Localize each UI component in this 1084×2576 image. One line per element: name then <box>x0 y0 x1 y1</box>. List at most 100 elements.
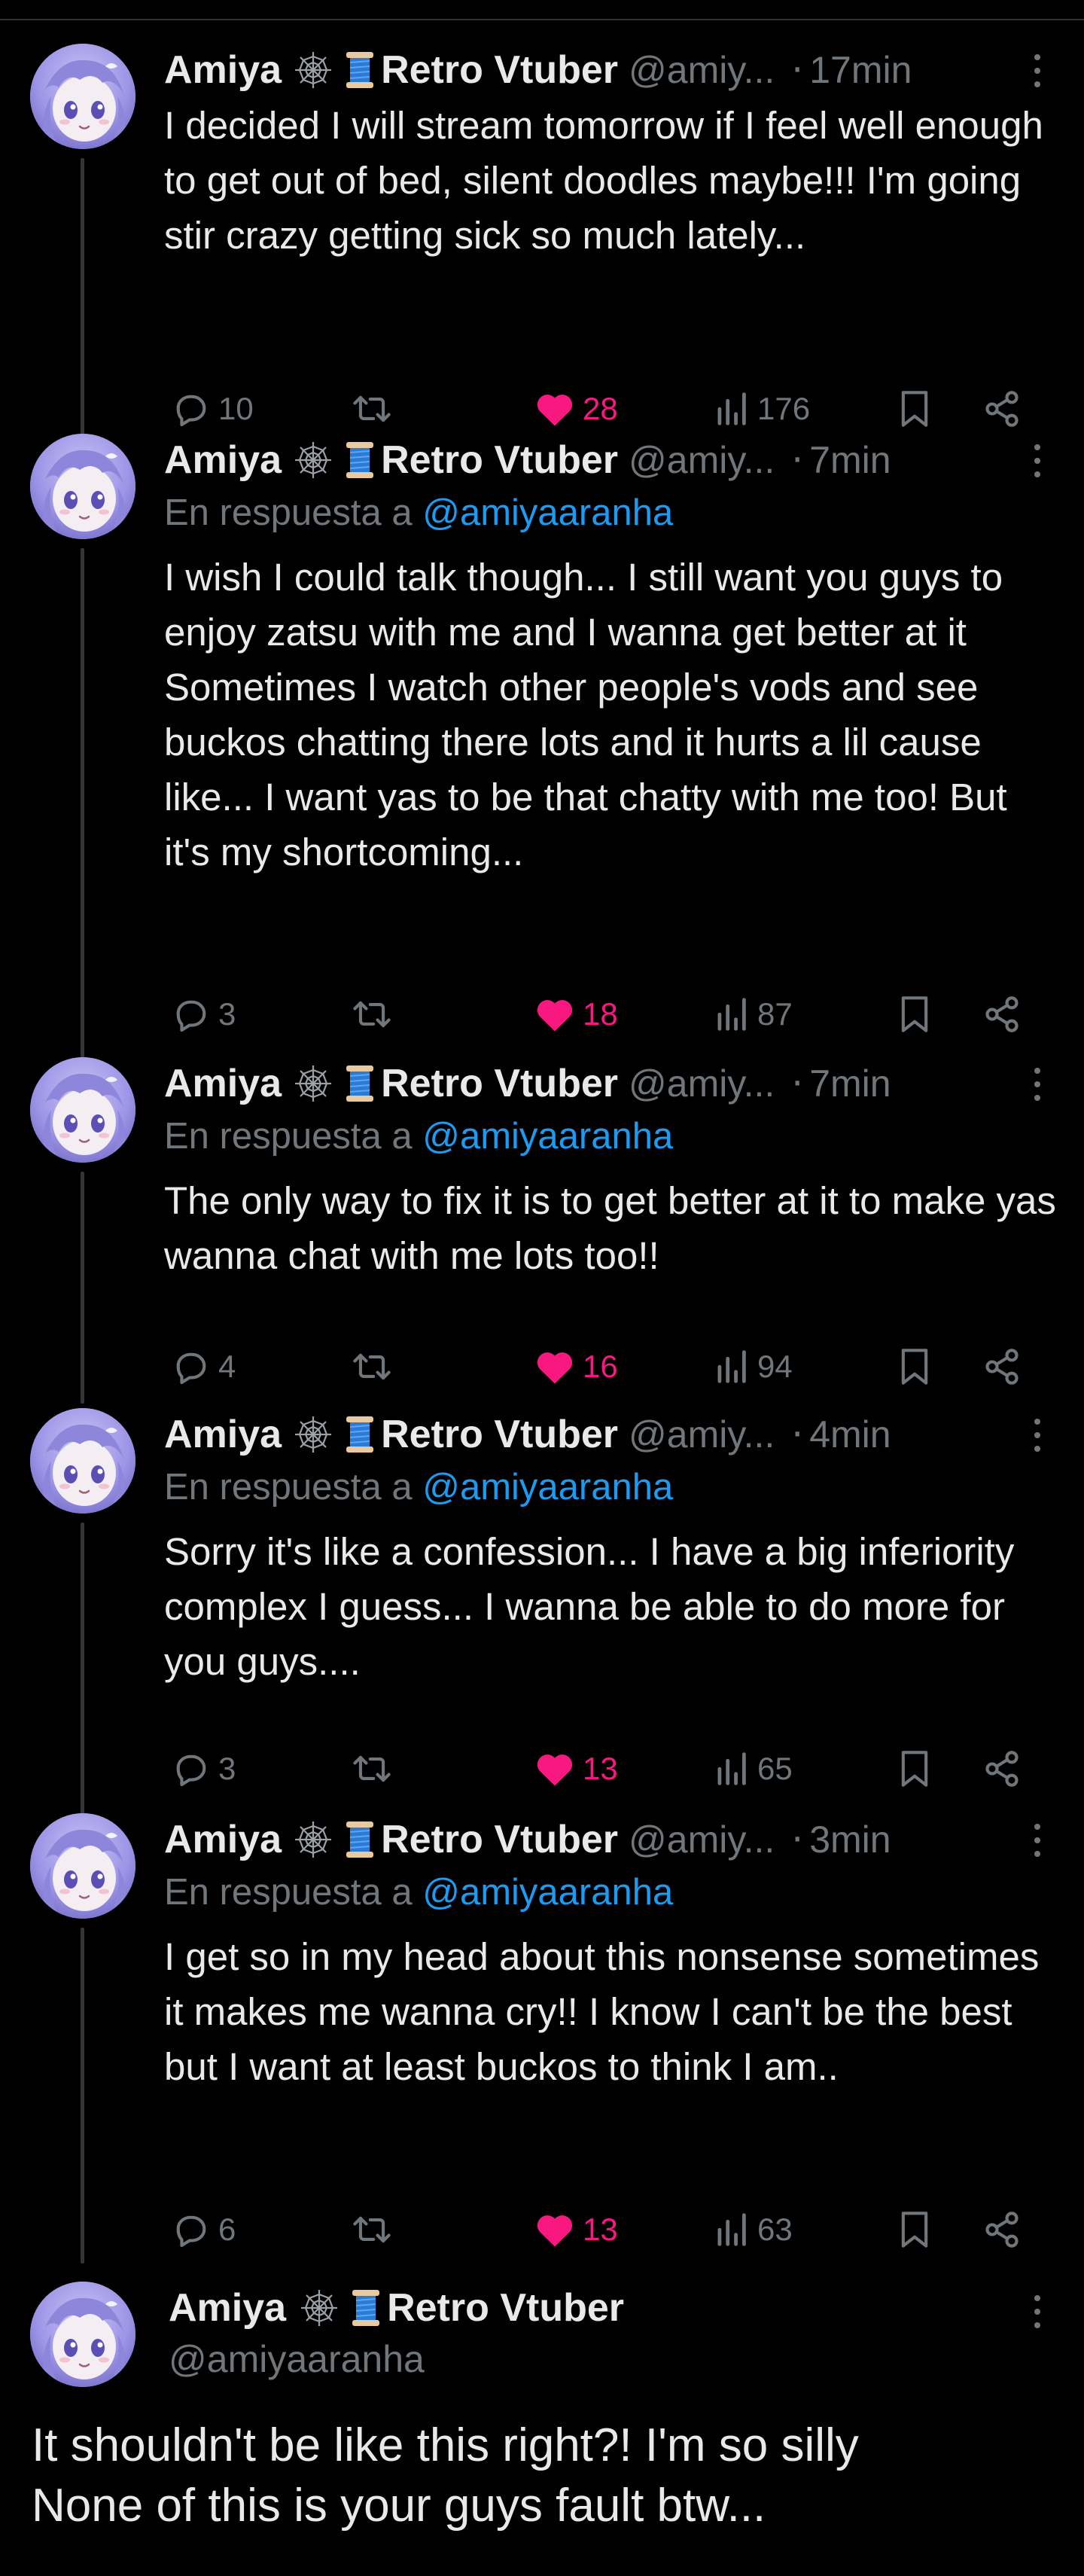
repost-icon <box>353 1755 391 1782</box>
views-button[interactable]: 87 <box>715 988 793 1041</box>
more-options-icon[interactable] <box>1030 2295 1045 2328</box>
more-options-icon[interactable] <box>1030 1824 1045 1857</box>
post-header: Amiya Retro Vtuber @amiy... · 4min <box>164 1408 1045 1461</box>
heart-icon <box>537 1352 573 1384</box>
top-divider <box>0 0 1084 20</box>
reply-mention-link[interactable]: @amiyaaranha <box>422 1467 673 1507</box>
like-button[interactable]: 13 <box>534 2203 618 2256</box>
author-handle[interactable]: @amiy... <box>629 44 775 96</box>
display-name-suffix[interactable]: Retro Vtuber <box>381 1408 618 1461</box>
spool-of-thread-icon <box>343 1413 376 1456</box>
thread-post[interactable]: Amiya Retro Vtuber @amiy... · 7min En re… <box>0 434 1084 1048</box>
post-time[interactable]: 7min <box>809 434 891 486</box>
focused-post[interactable]: Amiya Retro Vtuber @amiyaaranha It shoul… <box>0 2282 1084 2576</box>
post-header: Amiya Retro Vtuber @amiy... · 17min <box>164 44 1045 96</box>
post-text: I get so in my head about this nonsense … <box>164 1935 1050 2088</box>
avatar[interactable] <box>30 1408 136 1514</box>
reply-count: 10 <box>218 391 254 426</box>
reply-button[interactable]: 10 <box>172 383 254 435</box>
reply-count: 6 <box>218 2212 236 2247</box>
thread-post[interactable]: Amiya Retro Vtuber @amiy... · 4min En re… <box>0 1408 1084 1803</box>
display-name[interactable]: Amiya <box>164 1408 282 1461</box>
avatar[interactable] <box>30 2282 136 2387</box>
bookmark-button[interactable] <box>899 1340 930 1393</box>
spool-of-thread-icon <box>349 2287 382 2329</box>
author-handle[interactable]: @amiyaaranha <box>169 2334 425 2384</box>
post-actions: 10 28 176 <box>164 383 1045 435</box>
like-button[interactable]: 28 <box>534 383 618 435</box>
reply-mention-link[interactable]: @amiyaaranha <box>422 492 673 533</box>
more-options-icon[interactable] <box>1030 1419 1045 1452</box>
spider-web-icon <box>298 2287 340 2329</box>
display-name-suffix[interactable]: Retro Vtuber <box>381 1057 618 1110</box>
author-handle[interactable]: @amiy... <box>629 1408 775 1461</box>
thread-post[interactable]: Amiya Retro Vtuber @amiy... · 17min I de… <box>0 44 1084 443</box>
post-time[interactable]: 17min <box>809 44 912 96</box>
reply-icon <box>176 395 206 427</box>
post-time[interactable]: 4min <box>809 1408 891 1461</box>
avatar[interactable] <box>30 44 136 149</box>
bookmark-button[interactable] <box>899 988 930 1041</box>
heart-icon <box>537 395 573 426</box>
post-actions: 3 13 65 <box>164 1742 1045 1795</box>
repost-icon <box>353 2216 391 2243</box>
reply-mention-link[interactable]: @amiyaaranha <box>422 1116 673 1157</box>
reply-button[interactable]: 3 <box>172 1742 236 1795</box>
more-options-icon[interactable] <box>1030 444 1045 477</box>
like-button[interactable]: 18 <box>534 988 618 1041</box>
reply-button[interactable]: 3 <box>172 988 236 1041</box>
bookmark-button[interactable] <box>899 1742 930 1795</box>
display-name[interactable]: Amiya <box>169 2282 286 2334</box>
thread-post[interactable]: Amiya Retro Vtuber @amiy... · 7min En re… <box>0 1057 1084 1401</box>
reply-context: En respuesta a @amiyaaranha <box>164 1462 673 1512</box>
reply-prefix: En respuesta a <box>164 1116 413 1157</box>
author-handle[interactable]: @amiy... <box>629 1813 775 1866</box>
reply-prefix: En respuesta a <box>164 492 413 533</box>
bookmark-button[interactable] <box>899 383 930 435</box>
display-name[interactable]: Amiya <box>164 1813 282 1866</box>
thread-post[interactable]: Amiya Retro Vtuber @amiy... · 3min En re… <box>0 1813 1084 2264</box>
avatar[interactable] <box>30 434 136 539</box>
share-button[interactable] <box>982 2203 1022 2256</box>
share-button[interactable] <box>982 1340 1022 1393</box>
views-button[interactable]: 94 <box>715 1340 793 1393</box>
display-name-suffix[interactable]: Retro Vtuber <box>381 434 618 486</box>
repost-button[interactable] <box>351 1742 393 1795</box>
reply-count: 3 <box>218 996 236 1032</box>
display-name-suffix[interactable]: Retro Vtuber <box>381 1813 618 1866</box>
spool-of-thread-icon <box>343 1062 376 1105</box>
like-button[interactable]: 13 <box>534 1742 618 1795</box>
post-time[interactable]: 3min <box>809 1813 891 1866</box>
display-name-suffix[interactable]: Retro Vtuber <box>387 2282 624 2334</box>
reply-button[interactable]: 6 <box>172 2203 236 2256</box>
reply-button[interactable]: 4 <box>172 1340 236 1393</box>
more-options-icon[interactable] <box>1030 1068 1045 1101</box>
display-name-suffix[interactable]: Retro Vtuber <box>381 44 618 96</box>
like-button[interactable]: 16 <box>534 1340 618 1393</box>
repost-button[interactable] <box>351 383 393 435</box>
views-button[interactable]: 65 <box>715 1742 793 1795</box>
display-name[interactable]: Amiya <box>164 1057 282 1110</box>
views-button[interactable]: 63 <box>715 2203 793 2256</box>
avatar[interactable] <box>30 1813 136 1919</box>
more-options-icon[interactable] <box>1030 54 1045 87</box>
post-header: Amiya Retro Vtuber <box>169 2282 624 2334</box>
share-button[interactable] <box>982 988 1022 1041</box>
view-count: 63 <box>757 2212 793 2247</box>
repost-button[interactable] <box>351 1340 393 1393</box>
spider-web-icon <box>292 49 334 91</box>
views-button[interactable]: 176 <box>715 383 810 435</box>
display-name[interactable]: Amiya <box>164 44 282 96</box>
share-button[interactable] <box>982 383 1022 435</box>
author-handle[interactable]: @amiy... <box>629 1057 775 1110</box>
bookmark-button[interactable] <box>899 2203 930 2256</box>
reply-mention-link[interactable]: @amiyaaranha <box>422 1872 673 1913</box>
avatar[interactable] <box>30 1057 136 1163</box>
post-time[interactable]: 7min <box>809 1057 891 1110</box>
share-button[interactable] <box>982 1742 1022 1795</box>
post-header: Amiya Retro Vtuber @amiy... · 7min <box>164 434 1045 486</box>
display-name[interactable]: Amiya <box>164 434 282 486</box>
repost-button[interactable] <box>351 2203 393 2256</box>
repost-button[interactable] <box>351 988 393 1041</box>
author-handle[interactable]: @amiy... <box>629 434 775 486</box>
